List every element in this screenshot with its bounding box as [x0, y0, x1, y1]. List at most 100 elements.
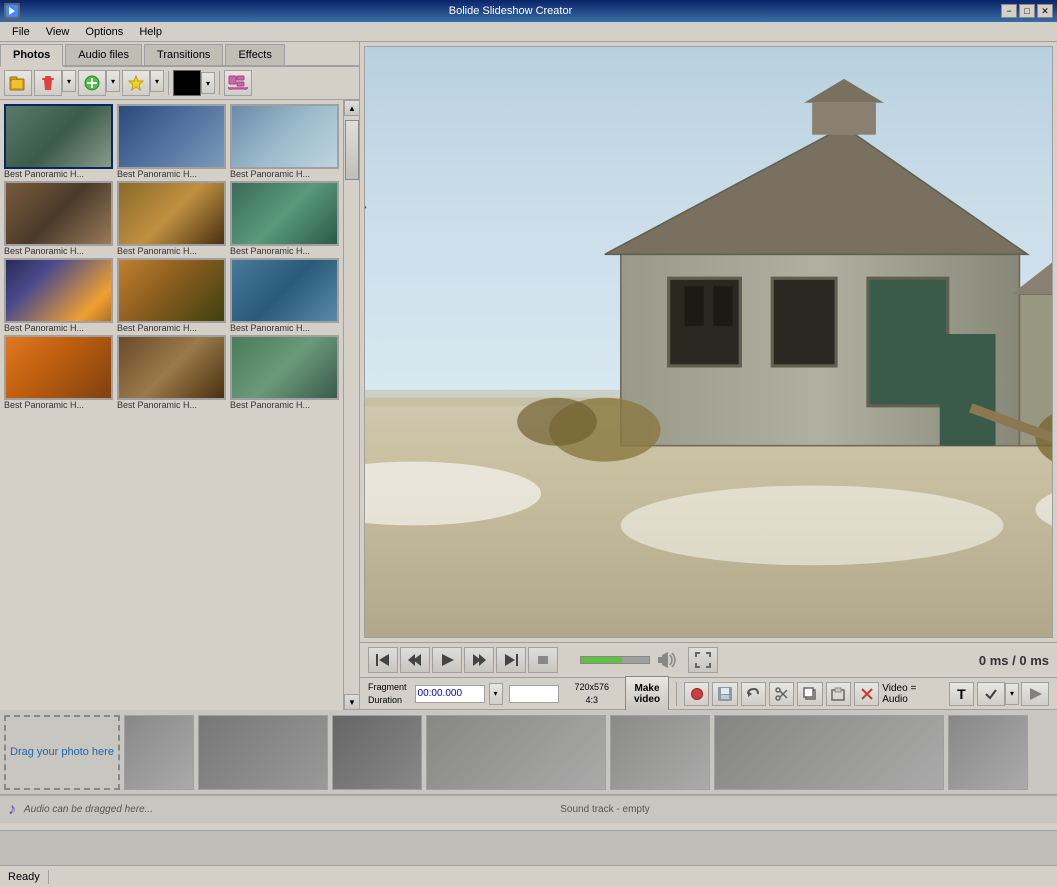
- photo-thumbnail[interactable]: [117, 335, 226, 400]
- undo-button[interactable]: [741, 682, 766, 706]
- duration-field[interactable]: [509, 685, 559, 703]
- statusbar: Ready: [0, 865, 1057, 887]
- delete-button[interactable]: [34, 70, 62, 96]
- list-item[interactable]: Best Panoramic H...: [117, 181, 226, 256]
- list-item[interactable]: Best Panoramic H...: [117, 104, 226, 179]
- table-row[interactable]: [332, 715, 422, 790]
- transport-bar: 0 ms / 0 ms: [360, 642, 1057, 678]
- scroll-up-arrow[interactable]: ▲: [344, 100, 359, 116]
- photo-thumbnail[interactable]: [230, 181, 339, 246]
- next-button[interactable]: [464, 647, 494, 673]
- copy-button[interactable]: [797, 682, 822, 706]
- stop-button[interactable]: [528, 647, 558, 673]
- list-item[interactable]: Best Panoramic H...: [4, 258, 113, 333]
- list-item[interactable]: Best Panoramic H...: [230, 181, 339, 256]
- table-row[interactable]: [610, 715, 710, 790]
- slideshow-button[interactable]: [224, 70, 252, 96]
- tab-bar: Photos Audio files Transitions Effects: [0, 42, 359, 67]
- cut-button[interactable]: [769, 682, 794, 706]
- table-row[interactable]: [124, 715, 194, 790]
- confirm-dropdown[interactable]: ▾: [1005, 683, 1019, 705]
- photo-label: Best Panoramic H...: [230, 246, 339, 256]
- photo-label: Best Panoramic H...: [4, 400, 113, 410]
- drag-photo-target[interactable]: Drag your photo here: [4, 715, 120, 790]
- add-button[interactable]: [78, 70, 106, 96]
- color-dropdown[interactable]: ▾: [201, 72, 215, 94]
- photo-label: Best Panoramic H...: [117, 169, 226, 179]
- save-button[interactable]: [712, 682, 737, 706]
- reject-button[interactable]: [1021, 682, 1049, 706]
- menu-view[interactable]: View: [38, 24, 78, 40]
- list-item[interactable]: Best Panoramic H...: [4, 104, 113, 179]
- confirm-button[interactable]: [977, 682, 1005, 706]
- sound-track-label: Sound track - empty: [161, 804, 1049, 815]
- audio-track: ♪ Audio can be dragged here... Sound tra…: [0, 795, 1057, 823]
- photo-thumbnail[interactable]: [230, 104, 339, 169]
- scroll-down-arrow[interactable]: ▼: [344, 694, 359, 710]
- fragment-info: Fragment Duration ▾: [368, 681, 559, 706]
- menu-help[interactable]: Help: [131, 24, 170, 40]
- list-item[interactable]: Best Panoramic H...: [230, 104, 339, 179]
- table-row[interactable]: [948, 715, 1028, 790]
- add-dropdown[interactable]: ▾: [106, 70, 120, 92]
- timeline-strip: Drag your photo here: [0, 710, 1057, 795]
- list-item[interactable]: Best Panoramic H...: [4, 181, 113, 256]
- photo-thumbnail[interactable]: [117, 181, 226, 246]
- make-video-button[interactable]: Make video: [625, 676, 669, 712]
- scroll-thumb[interactable]: [345, 120, 359, 180]
- app-title: Bolide Slideshow Creator: [20, 5, 1001, 17]
- record-button[interactable]: [684, 682, 709, 706]
- photo-label: Best Panoramic H...: [4, 169, 113, 179]
- minimize-button[interactable]: −: [1001, 4, 1017, 18]
- delete-dropdown[interactable]: ▾: [62, 70, 76, 92]
- list-item[interactable]: Best Panoramic H...: [117, 335, 226, 410]
- scrollbar[interactable]: ▲ ▼: [343, 100, 359, 710]
- delete-edit-button[interactable]: [854, 682, 879, 706]
- photo-row-2: Best Panoramic H... Best Panoramic H... …: [4, 181, 339, 256]
- fullscreen-button[interactable]: [688, 647, 718, 673]
- photos-grid-wrapper: Best Panoramic H... Best Panoramic H... …: [0, 100, 359, 710]
- tab-photos[interactable]: Photos: [0, 44, 63, 67]
- menu-options[interactable]: Options: [77, 24, 131, 40]
- maximize-button[interactable]: □: [1019, 4, 1035, 18]
- photo-thumbnail[interactable]: [4, 335, 113, 400]
- open-button[interactable]: [4, 70, 32, 96]
- table-row[interactable]: [714, 715, 944, 790]
- time-input[interactable]: [415, 685, 485, 703]
- close-button[interactable]: ✕: [1037, 4, 1053, 18]
- list-item[interactable]: Best Panoramic H...: [230, 258, 339, 333]
- photo-thumbnail[interactable]: [4, 258, 113, 323]
- table-row[interactable]: [198, 715, 328, 790]
- photo-thumbnail[interactable]: [117, 258, 226, 323]
- photo-row-1: Best Panoramic H... Best Panoramic H... …: [4, 104, 339, 179]
- video-audio-label: Video = Audio: [882, 683, 937, 705]
- list-item[interactable]: Best Panoramic H...: [117, 258, 226, 333]
- tab-transitions[interactable]: Transitions: [144, 44, 223, 65]
- color-picker-button[interactable]: [173, 70, 201, 96]
- total-time: 0 ms: [1019, 653, 1049, 668]
- menu-file[interactable]: File: [4, 24, 38, 40]
- photo-thumbnail[interactable]: [230, 335, 339, 400]
- photo-label: Best Panoramic H...: [230, 400, 339, 410]
- volume-slider[interactable]: [580, 656, 650, 664]
- list-item[interactable]: Best Panoramic H...: [4, 335, 113, 410]
- tab-audio-files[interactable]: Audio files: [65, 44, 142, 65]
- photo-thumbnail[interactable]: [117, 104, 226, 169]
- photo-thumbnail[interactable]: [230, 258, 339, 323]
- rewind-to-start-button[interactable]: [368, 647, 398, 673]
- star-dropdown[interactable]: ▾: [150, 70, 164, 92]
- text-button[interactable]: T: [949, 682, 974, 706]
- fragment-label: Fragment: [368, 681, 407, 694]
- list-item[interactable]: Best Panoramic H...: [230, 335, 339, 410]
- paste-button[interactable]: [826, 682, 851, 706]
- photo-thumbnail[interactable]: [4, 104, 113, 169]
- forward-to-end-button[interactable]: [496, 647, 526, 673]
- prev-button[interactable]: [400, 647, 430, 673]
- star-button[interactable]: [122, 70, 150, 96]
- volume-control[interactable]: [572, 652, 678, 668]
- photo-thumbnail[interactable]: [4, 181, 113, 246]
- time-dropdown[interactable]: ▾: [489, 683, 503, 705]
- table-row[interactable]: [426, 715, 606, 790]
- play-button[interactable]: [432, 647, 462, 673]
- tab-effects[interactable]: Effects: [225, 44, 284, 65]
